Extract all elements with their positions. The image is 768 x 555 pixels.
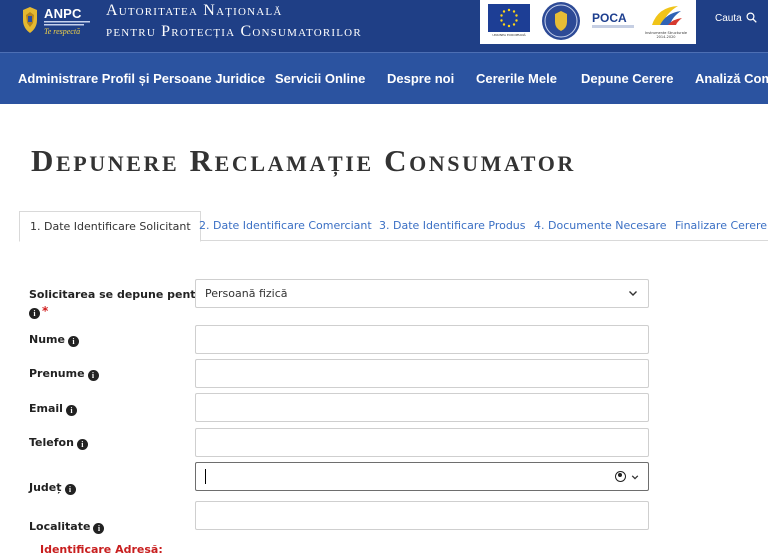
chevron-down-icon <box>631 475 639 480</box>
solicitare-label-icons: i * <box>29 304 48 319</box>
nume-label: Nume i <box>29 333 79 347</box>
search-link[interactable]: Cauta <box>715 12 758 24</box>
prenume-label: Prenume i <box>29 367 99 381</box>
step-tabs: 1. Date Identificare Solicitant 2. Date … <box>19 211 768 242</box>
poca-subtitle-line <box>592 25 634 28</box>
tab-finalizare-cerere[interactable]: Finalizare Cerere <box>675 211 767 241</box>
page-title: Depunere Reclamație Consumator <box>31 143 576 178</box>
eu-flag-icon <box>488 4 530 32</box>
telefon-input[interactable] <box>195 428 649 457</box>
main-navigation: Administrare Profil și Persoane Juridice… <box>0 52 768 104</box>
adresa-section-header: Identificare Adresă: <box>40 543 163 555</box>
nav-item-cererile-mele[interactable]: Cererile Mele <box>476 71 557 86</box>
tab-date-produs[interactable]: 3. Date Identificare Produs <box>379 211 526 241</box>
tab-date-comerciant[interactable]: 2. Date Identificare Comerciant <box>199 211 372 241</box>
logo-slogan: Te respectă <box>44 27 81 36</box>
info-icon[interactable]: i <box>87 370 99 381</box>
chevron-down-icon <box>629 291 637 296</box>
poca-logo: POCA <box>592 11 627 25</box>
info-icon[interactable]: i <box>76 439 88 450</box>
localitate-label-text: Localitate <box>29 520 91 533</box>
prenume-input[interactable] <box>195 359 649 388</box>
solicitare-label-text: Solicitarea se depune pentru: <box>29 288 214 301</box>
nume-input[interactable] <box>195 325 649 354</box>
structural-instruments-icon <box>652 6 682 25</box>
info-icon[interactable]: i <box>29 308 40 319</box>
structural-caption: Instrumente Structurale 2014-2020 <box>645 31 687 39</box>
partner-logos: UNIUNEA EUROPEANĂ POCA Instrumente Struc… <box>480 0 696 44</box>
search-icon <box>746 12 758 23</box>
tab-date-solicitant[interactable]: 1. Date Identificare Solicitant <box>19 211 201 242</box>
judet-select[interactable] <box>195 462 649 491</box>
government-seal-icon <box>542 2 580 40</box>
localitate-label: Localitate i <box>29 520 105 534</box>
nav-item-analiza-comp[interactable]: Analiză Comp <box>695 71 768 86</box>
nav-item-administrare-profil[interactable]: Administrare Profil și Persoane Juridice <box>18 71 265 86</box>
localitate-input[interactable] <box>195 501 649 530</box>
email-label: Email i <box>29 402 77 416</box>
solicitare-label: Solicitarea se depune pentru: <box>29 288 213 301</box>
info-icon[interactable]: i <box>64 484 76 495</box>
info-icon[interactable]: i <box>67 336 79 347</box>
email-input[interactable] <box>195 393 649 422</box>
person-icon <box>615 471 626 482</box>
judet-label-text: Județ <box>29 481 62 494</box>
text-caret <box>205 469 206 484</box>
telefon-label-text: Telefon <box>29 436 74 449</box>
org-name-line2: pentru Protecția Consumatorilor <box>106 23 362 40</box>
email-label-text: Email <box>29 402 63 415</box>
prenume-label-text: Prenume <box>29 367 85 380</box>
organization-name: Autoritatea Națională pentru Protecția C… <box>106 0 362 42</box>
info-icon[interactable]: i <box>93 523 105 534</box>
anpc-logo[interactable]: ANPC Te respectă <box>20 4 92 40</box>
judet-label: Județ i <box>29 481 76 495</box>
tab-documente-necesare[interactable]: 4. Documente Necesare <box>534 211 667 241</box>
search-label: Cauta <box>715 13 742 24</box>
required-marker: * <box>42 304 49 318</box>
info-icon[interactable]: i <box>65 405 77 416</box>
eu-caption: UNIUNEA EUROPEANĂ <box>492 33 526 37</box>
nume-label-text: Nume <box>29 333 65 346</box>
solicitare-selected-value: Persoană fizică <box>205 287 288 300</box>
nav-item-servicii-online[interactable]: Servicii Online <box>275 71 365 86</box>
telefon-label: Telefon i <box>29 436 88 450</box>
nav-item-depune-cerere[interactable]: Depune Cerere <box>581 71 673 86</box>
logo-text: ANPC <box>44 6 82 21</box>
org-name-line1: Autoritatea Națională <box>106 2 283 19</box>
romania-crest-icon <box>23 7 37 33</box>
solicitare-select[interactable]: Persoană fizică <box>195 279 649 308</box>
nav-item-despre-noi[interactable]: Despre noi <box>387 71 454 86</box>
site-header: ANPC Te respectă Autoritatea Națională p… <box>0 0 768 52</box>
